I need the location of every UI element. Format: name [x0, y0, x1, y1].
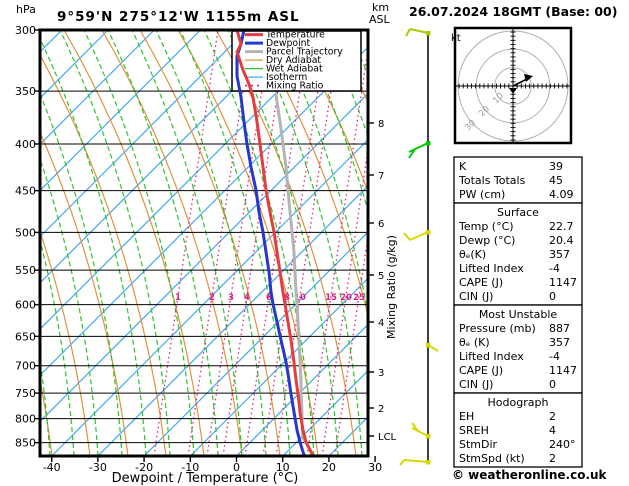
stats-row-value: 39: [549, 160, 563, 173]
mixing-ratio-value: 3: [228, 293, 234, 303]
hodograph: 102030kt: [451, 28, 571, 143]
temp-tick-label: -40: [43, 461, 61, 474]
stats-row-value: 1147: [549, 364, 577, 377]
mixing-ratio-value: 2: [209, 293, 215, 303]
stats-row-label: PW (cm): [459, 188, 505, 201]
stats-row-label: StmSpd (kt): [459, 452, 525, 465]
mixing-ratio-value: 25: [353, 293, 365, 303]
km-tick-label: 2: [378, 404, 384, 415]
stats-row-value: 240°: [549, 438, 576, 451]
pressure-unit-label: hPa: [16, 3, 36, 16]
pressure-tick-label: 650: [15, 330, 36, 343]
stats-row-value: 357: [549, 336, 570, 349]
legend-label: Mixing Ratio: [266, 81, 324, 92]
stats-row-label: StmDir: [459, 438, 498, 451]
pressure-tick-label: 400: [15, 138, 36, 151]
pressure-tick-label: 550: [15, 264, 36, 277]
stats-row-label: θₑ (K): [459, 336, 490, 349]
mixing-ratio-value: 4: [244, 293, 250, 303]
temp-tick-label: -30: [89, 461, 107, 474]
wind-barb-marker: [426, 343, 431, 348]
stats-group-header: Hodograph: [488, 396, 549, 409]
stats-row-label: θₑ(K): [459, 248, 486, 261]
hodograph-unit-label: kt: [451, 33, 461, 44]
stats-row-value: 1147: [549, 276, 577, 289]
stats-row-label: CIN (J): [459, 378, 493, 391]
km-tick-label: 4: [378, 318, 384, 329]
stats-group-header: Surface: [497, 206, 539, 219]
mixing-ratio-axis-label: Mixing Ratio (g/kg): [385, 235, 398, 339]
mixing-ratio-value: 20: [340, 293, 352, 303]
pressure-tick-label: 350: [15, 85, 36, 98]
pressure-tick-label: 700: [15, 360, 36, 373]
wind-barb-marker: [426, 31, 431, 36]
stats-row-label: Lifted Index: [459, 350, 524, 363]
wind-barb-marker: [426, 460, 431, 465]
stats-row-value: -4: [549, 262, 560, 275]
stats-row-label: Totals Totals: [458, 174, 526, 187]
wind-barb-marker: [426, 141, 431, 146]
stats-row-label: CAPE (J): [459, 276, 503, 289]
altitude-unit-asl: ASL: [369, 13, 391, 26]
skewt-sounding-chart: 300350400450500550600650700750800850-40-…: [0, 0, 629, 486]
wind-barb-marker: [426, 434, 431, 439]
stats-row-value: 0: [549, 378, 556, 391]
stats-panel: K 39 Totals Totals 45 PW (cm) 4.09 SurfaceTemp…: [454, 157, 582, 467]
stats-group-header: Most Unstable: [479, 308, 558, 321]
stats-row-value: 4: [549, 424, 556, 437]
stats-row-label: CIN (J): [459, 290, 493, 303]
pressure-tick-label: 300: [15, 24, 36, 37]
lcl-label: LCL: [378, 432, 397, 443]
pressure-tick-label: 500: [15, 226, 36, 239]
copyright-notice: © weatheronline.co.uk: [452, 468, 608, 482]
stats-row-label: Pressure (mb): [459, 322, 536, 335]
x-axis-title: Dewpoint / Temperature (°C): [112, 471, 299, 486]
stats-row-label: K: [459, 160, 467, 173]
stats-row-label: CAPE (J): [459, 364, 503, 377]
km-tick-label: 5: [378, 271, 384, 282]
km-tick-label: 8: [378, 119, 384, 130]
km-tick-label: 3: [378, 368, 384, 379]
sounding-page: 300350400450500550600650700750800850-40-…: [0, 0, 629, 486]
stats-row-value: 2: [549, 452, 556, 465]
mixing-ratio-value: 15: [325, 293, 337, 303]
stats-row-label: EH: [459, 410, 474, 423]
stats-row-value: 887: [549, 322, 570, 335]
page-title: 9°59'N 275°12'W 1155m ASL: [57, 9, 300, 25]
stats-row-label: SREH: [459, 424, 489, 437]
stats-row-value: 20.4: [549, 234, 574, 247]
stats-row-value: 2: [549, 410, 556, 423]
km-tick-label: 7: [378, 171, 384, 182]
stats-row-label: Temp (°C): [458, 220, 514, 233]
pressure-tick-label: 800: [15, 413, 36, 426]
mixing-ratio-value: 1: [175, 293, 181, 303]
pressure-tick-label: 600: [15, 299, 36, 312]
stats-row-value: 4.09: [549, 188, 574, 201]
pressure-tick-label: 450: [15, 185, 36, 198]
km-tick-label: 6: [378, 219, 384, 230]
legend: TemperatureDewpointParcel TrajectoryDry …: [232, 30, 361, 92]
stats-row-value: -4: [549, 350, 560, 363]
stats-row-value: 357: [549, 248, 570, 261]
stats-row-value: 45: [549, 174, 563, 187]
temp-tick-label: 30: [368, 461, 382, 474]
wind-barb-marker: [426, 230, 431, 235]
stats-row-value: 0: [549, 290, 556, 303]
pressure-tick-label: 850: [15, 437, 36, 450]
stats-row-label: Dewp (°C): [459, 234, 515, 247]
temp-tick-label: 20: [322, 461, 336, 474]
stats-row-label: Lifted Index: [459, 262, 524, 275]
datetime-label: 26.07.2024 18GMT (Base: 00): [409, 4, 617, 19]
stats-row-value: 22.7: [549, 220, 574, 233]
pressure-tick-label: 750: [15, 387, 36, 400]
